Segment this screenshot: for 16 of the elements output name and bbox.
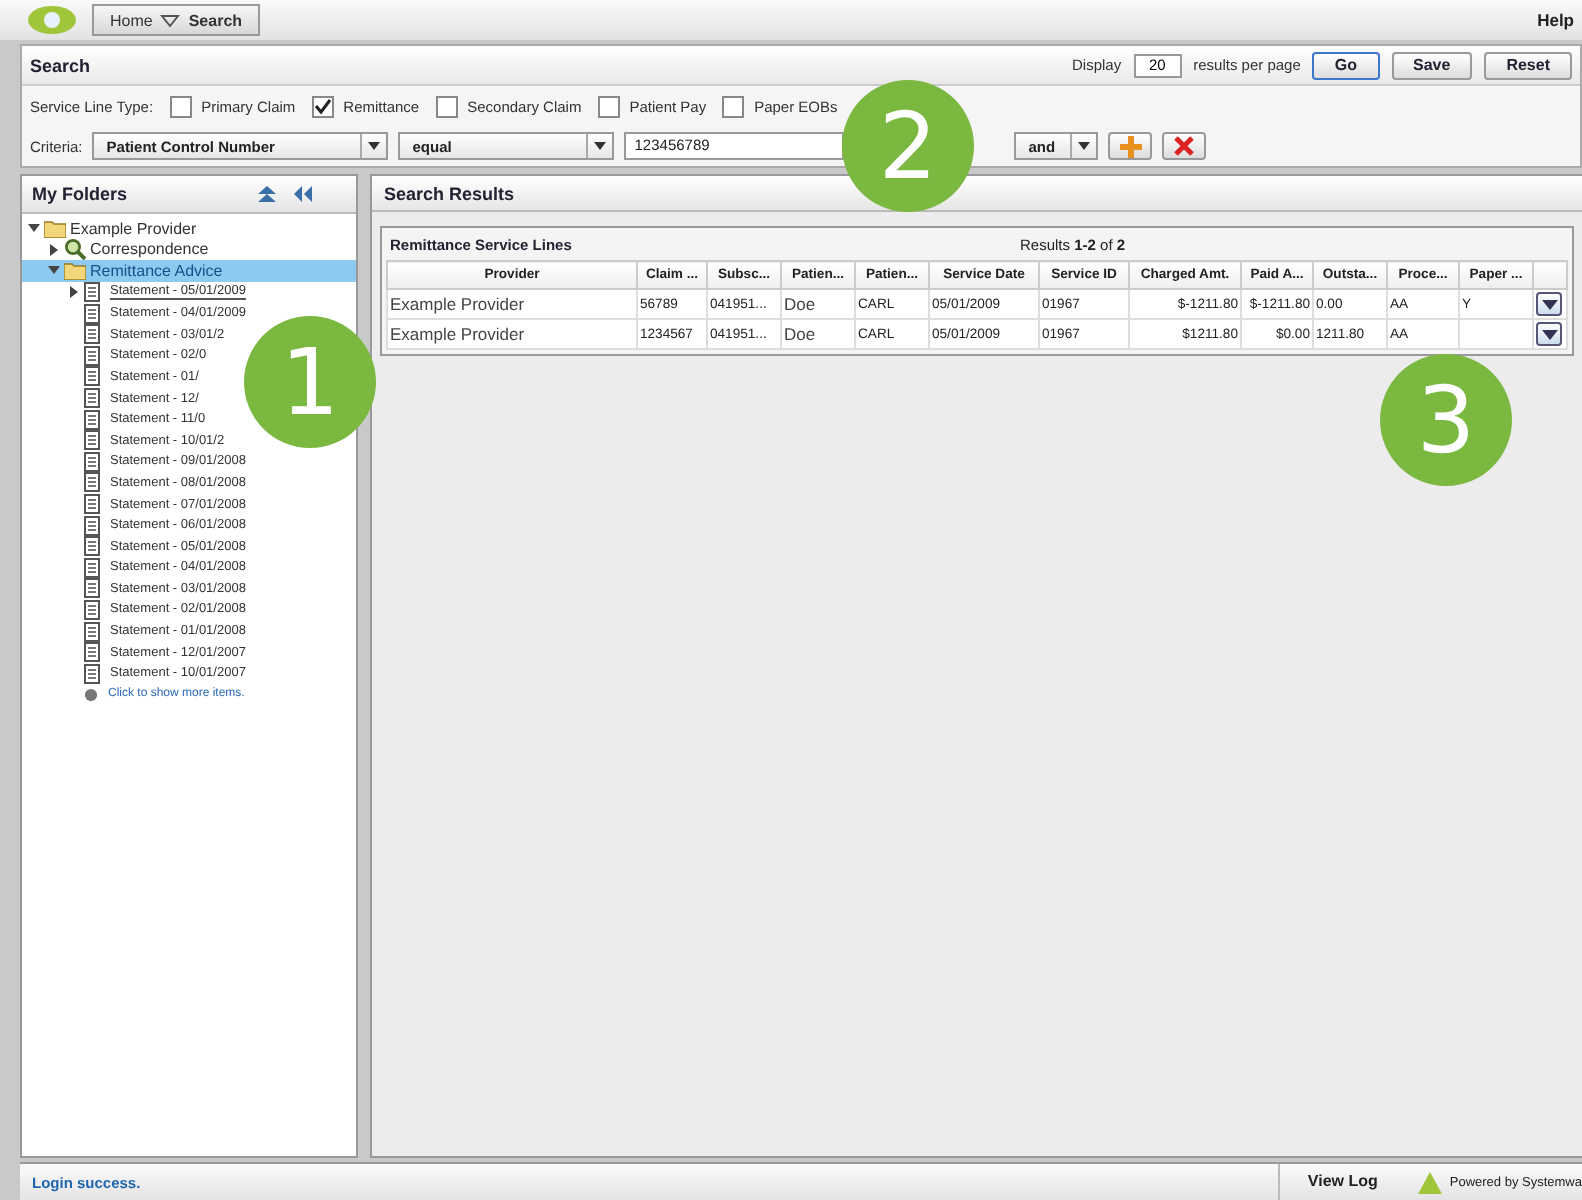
breadcrumb-current[interactable]: Search (188, 11, 243, 29)
panel-title: Search Results (384, 183, 515, 203)
view-log-link[interactable]: View Log (1277, 1164, 1406, 1200)
tree-item[interactable]: Example Provider (70, 219, 197, 238)
table-cell: Doe (784, 324, 816, 344)
help-link[interactable]: Help (1537, 10, 1574, 30)
table-cell: Doe (784, 294, 816, 314)
tree-item[interactable]: Correspondence (90, 240, 209, 259)
toolbar-button[interactable]: Reset (1484, 51, 1572, 79)
toolbar-button[interactable]: Go (1312, 51, 1380, 79)
toolbar-button[interactable]: Save (1391, 51, 1473, 79)
panel-title: My Folders (32, 184, 128, 204)
panel-title: Search (30, 55, 91, 75)
breadcrumb-link[interactable]: Home (110, 11, 153, 29)
table-cell: Example Provider (390, 324, 525, 344)
table-cell: Example Provider (390, 294, 525, 314)
